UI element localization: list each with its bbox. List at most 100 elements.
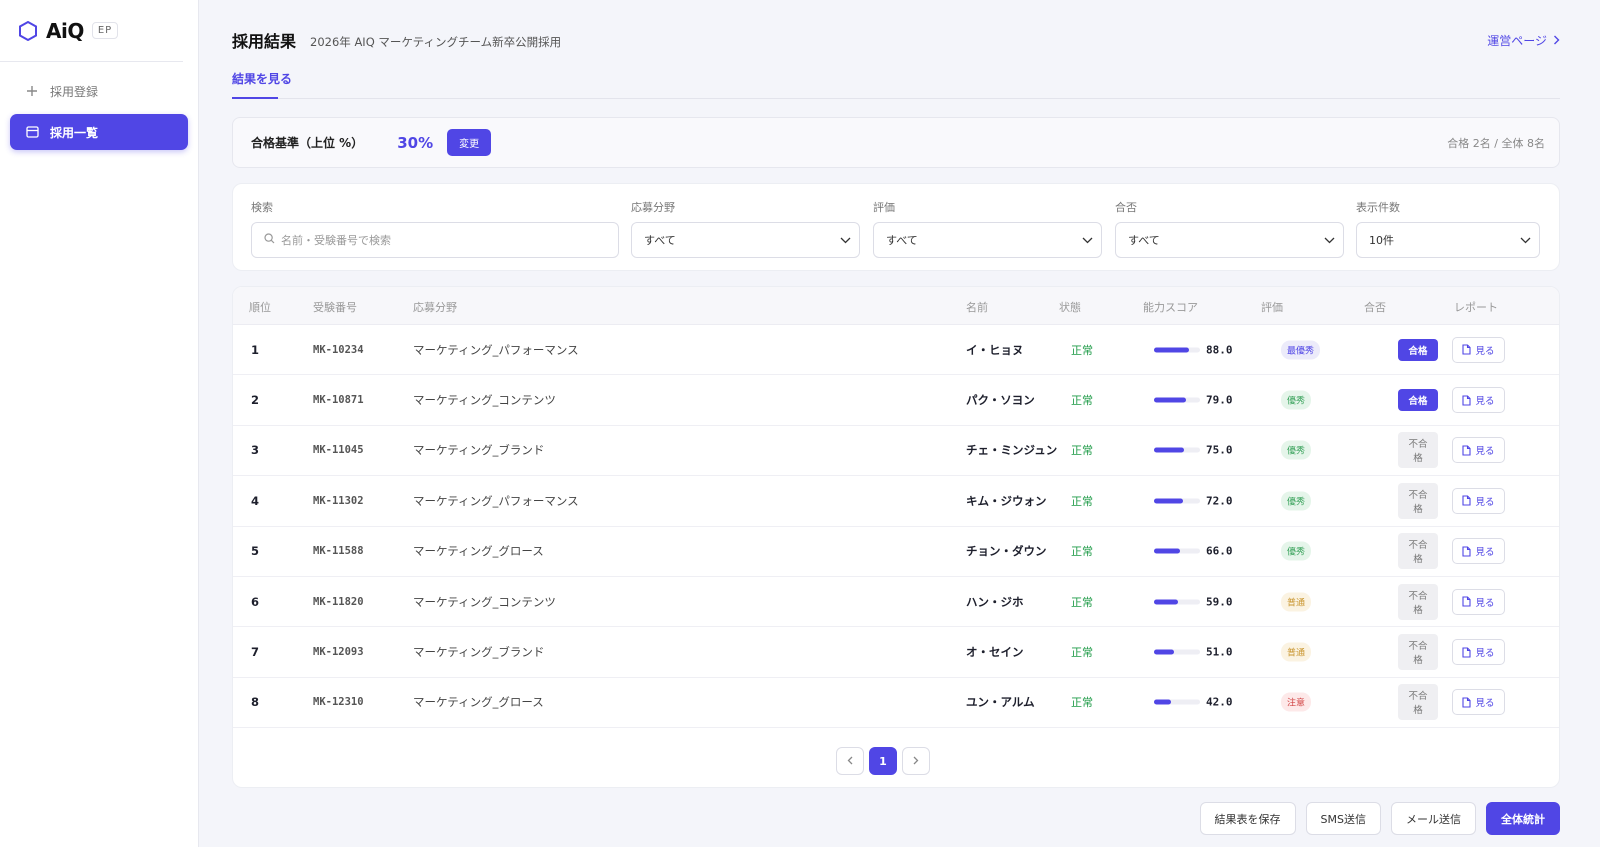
cell-exam-id: MK-11820 [313, 595, 364, 608]
table-row[interactable]: 5 MK-11588 マーケティング_グロース チョン・ダウン 正常 66.0 優秀 不合格 見… [233, 527, 1559, 577]
view-report-button[interactable]: 見る [1452, 689, 1505, 716]
cell-status: 正常 [1071, 494, 1093, 508]
table-row[interactable]: 4 MK-11302 マーケティング_パフォーマンス キム・ジウォン 正常 72.0 優秀 不… [233, 476, 1559, 527]
view-report-button[interactable]: 見る [1452, 538, 1505, 565]
header-pass[interactable]: 合否 [1364, 299, 1386, 315]
sidebar-item-label: 採用登録 [50, 84, 99, 99]
ops-link-label: 運営ページ [1487, 34, 1547, 48]
sidebar: AiQ EP 採用登録 採用一覧 [0, 0, 199, 847]
table-row[interactable]: 2 MK-10871 マーケティング_コンテンツ パク・ソヨン 正常 79.0 優秀 合格 見る [233, 375, 1559, 426]
score-bar-fill [1154, 649, 1175, 655]
header-id[interactable]: 受験番号 [313, 299, 357, 315]
cell-status: 正常 [1071, 394, 1093, 408]
grade-badge: 優秀 [1281, 440, 1312, 460]
prev-page-button[interactable] [836, 747, 864, 775]
pass-badge: 不合格 [1398, 684, 1438, 721]
score-bar [1154, 347, 1200, 353]
table-row[interactable]: 6 MK-11820 マーケティング_コンテンツ ハン・ジホ 正常 59.0 普通 不合格 見る [233, 577, 1559, 628]
header-report[interactable]: レポート [1454, 299, 1498, 315]
grade-badge: 優秀 [1281, 491, 1312, 511]
document-icon [1462, 546, 1472, 557]
send-mail-button[interactable]: メール送信 [1391, 802, 1476, 835]
hexagon-logo-icon [18, 20, 38, 41]
score-bar-fill [1154, 397, 1186, 403]
tab-view-results[interactable]: 結果を見る [232, 70, 292, 87]
cell-rank: 3 [251, 443, 260, 458]
table-row[interactable]: 8 MK-12310 マーケティング_グロース ユン・アルム 正常 42.0 注意 不合格 見る [233, 678, 1559, 729]
table-row[interactable]: 7 MK-12093 マーケティング_ブランド オ・セイン 正常 51.0 普通 不合格 見る [233, 627, 1559, 678]
cell-status: 正常 [1071, 595, 1093, 609]
search-label: 検索 [251, 201, 273, 214]
cell-field: マーケティング_パフォーマンス [413, 342, 579, 357]
save-results-button[interactable]: 結果表を保存 [1199, 802, 1296, 835]
cell-rank: 6 [251, 594, 260, 609]
view-report-label: 見る [1475, 345, 1495, 357]
grade-badge: 優秀 [1281, 541, 1312, 561]
cell-status: 正常 [1071, 696, 1093, 710]
logo[interactable]: AiQ EP [0, 0, 183, 62]
view-report-button[interactable]: 見る [1452, 437, 1505, 464]
grade-select[interactable]: すべて [873, 222, 1102, 258]
cell-name: ユン・アルム [966, 695, 1035, 710]
score-bar [1154, 548, 1200, 554]
pass-badge: 不合格 [1398, 482, 1438, 519]
results-table: 順位 受験番号 応募分野 名前 状態 能力スコア 評価 合否 レポート 1 MK-… [232, 286, 1560, 788]
count-filter: 表示件数 10件 [1356, 199, 1540, 258]
pass-select[interactable]: すべて [1115, 222, 1344, 258]
field-select[interactable]: すべて [631, 222, 860, 258]
page-1-button[interactable]: 1 [869, 747, 897, 775]
overall-stats-button[interactable]: 全体統計 [1486, 802, 1560, 835]
send-sms-button[interactable]: SMS送信 [1305, 802, 1381, 835]
cell-name: チョン・ダウン [966, 544, 1047, 559]
header-grade[interactable]: 評価 [1261, 299, 1283, 315]
criteria-value: 30% [397, 133, 434, 152]
grade-badge: 最優秀 [1281, 340, 1321, 360]
cell-rank: 4 [251, 493, 260, 508]
cell-field: マーケティング_ブランド [413, 645, 545, 660]
cell-score: 88.0 [1206, 343, 1233, 357]
view-report-button[interactable]: 見る [1452, 487, 1505, 514]
search-input[interactable]: 名前・受験番号で検索 [251, 222, 619, 258]
header-rank[interactable]: 順位 [249, 299, 271, 315]
cell-status: 正常 [1071, 444, 1093, 458]
header-name[interactable]: 名前 [966, 299, 988, 315]
document-icon [1462, 646, 1472, 658]
cell-field: マーケティング_グロース [413, 544, 544, 559]
view-report-label: 見る [1475, 648, 1495, 660]
cell-exam-id: MK-11588 [313, 545, 364, 558]
ops-page-link[interactable]: 運営ページ [1487, 32, 1560, 49]
next-page-button[interactable] [902, 747, 930, 775]
table-row[interactable]: 3 MK-11045 マーケティング_ブランド チェ・ミンジュン 正常 75.0 優秀 不合格… [233, 426, 1559, 477]
cell-field: マーケティング_コンテンツ [413, 393, 556, 408]
plus-icon [24, 85, 40, 97]
cell-score: 75.0 [1206, 443, 1233, 457]
chevron-left-icon [847, 754, 853, 768]
header-score[interactable]: 能力スコア [1143, 299, 1198, 315]
view-report-button[interactable]: 見る [1452, 336, 1505, 363]
header-status[interactable]: 状態 [1059, 299, 1081, 315]
header-field[interactable]: 応募分野 [413, 299, 457, 315]
view-report-label: 見る [1475, 496, 1495, 508]
document-icon [1462, 596, 1472, 607]
pass-count-text: 合格 2名 / 全体 8名 [1447, 136, 1545, 150]
score-bar [1154, 699, 1200, 705]
cell-name: キム・ジウォン [966, 493, 1047, 508]
view-report-label: 見る [1475, 547, 1495, 559]
field-filter-label: 応募分野 [631, 201, 675, 214]
view-report-button[interactable]: 見る [1452, 387, 1505, 414]
page-header: 採用結果 2026年 AIQ マーケティングチーム新卒公開採用 運営ページ [232, 28, 1560, 52]
view-report-button[interactable]: 見る [1452, 588, 1505, 615]
change-criteria-button[interactable]: 変更 [447, 129, 492, 156]
sidebar-item-list[interactable]: 採用一覧 [10, 114, 188, 150]
count-select[interactable]: 10件 [1356, 222, 1540, 258]
cell-status: 正常 [1071, 545, 1093, 559]
view-report-button[interactable]: 見る [1452, 639, 1505, 666]
cell-rank: 7 [251, 645, 260, 660]
sidebar-item-register[interactable]: 採用登録 [10, 73, 188, 109]
pass-criteria-bar: 合格基準（上位 %） 30% 変更 合格 2名 / 全体 8名 [232, 117, 1560, 168]
document-icon [1462, 395, 1472, 406]
cell-field: マーケティング_グロース [413, 695, 544, 710]
cell-name: ハン・ジホ [966, 594, 1024, 609]
table-row[interactable]: 1 MK-10234 マーケティング_パフォーマンス イ・ヒョヌ 正常 88.0 最優秀 合格… [233, 325, 1559, 376]
grade-badge: 普通 [1281, 642, 1312, 662]
